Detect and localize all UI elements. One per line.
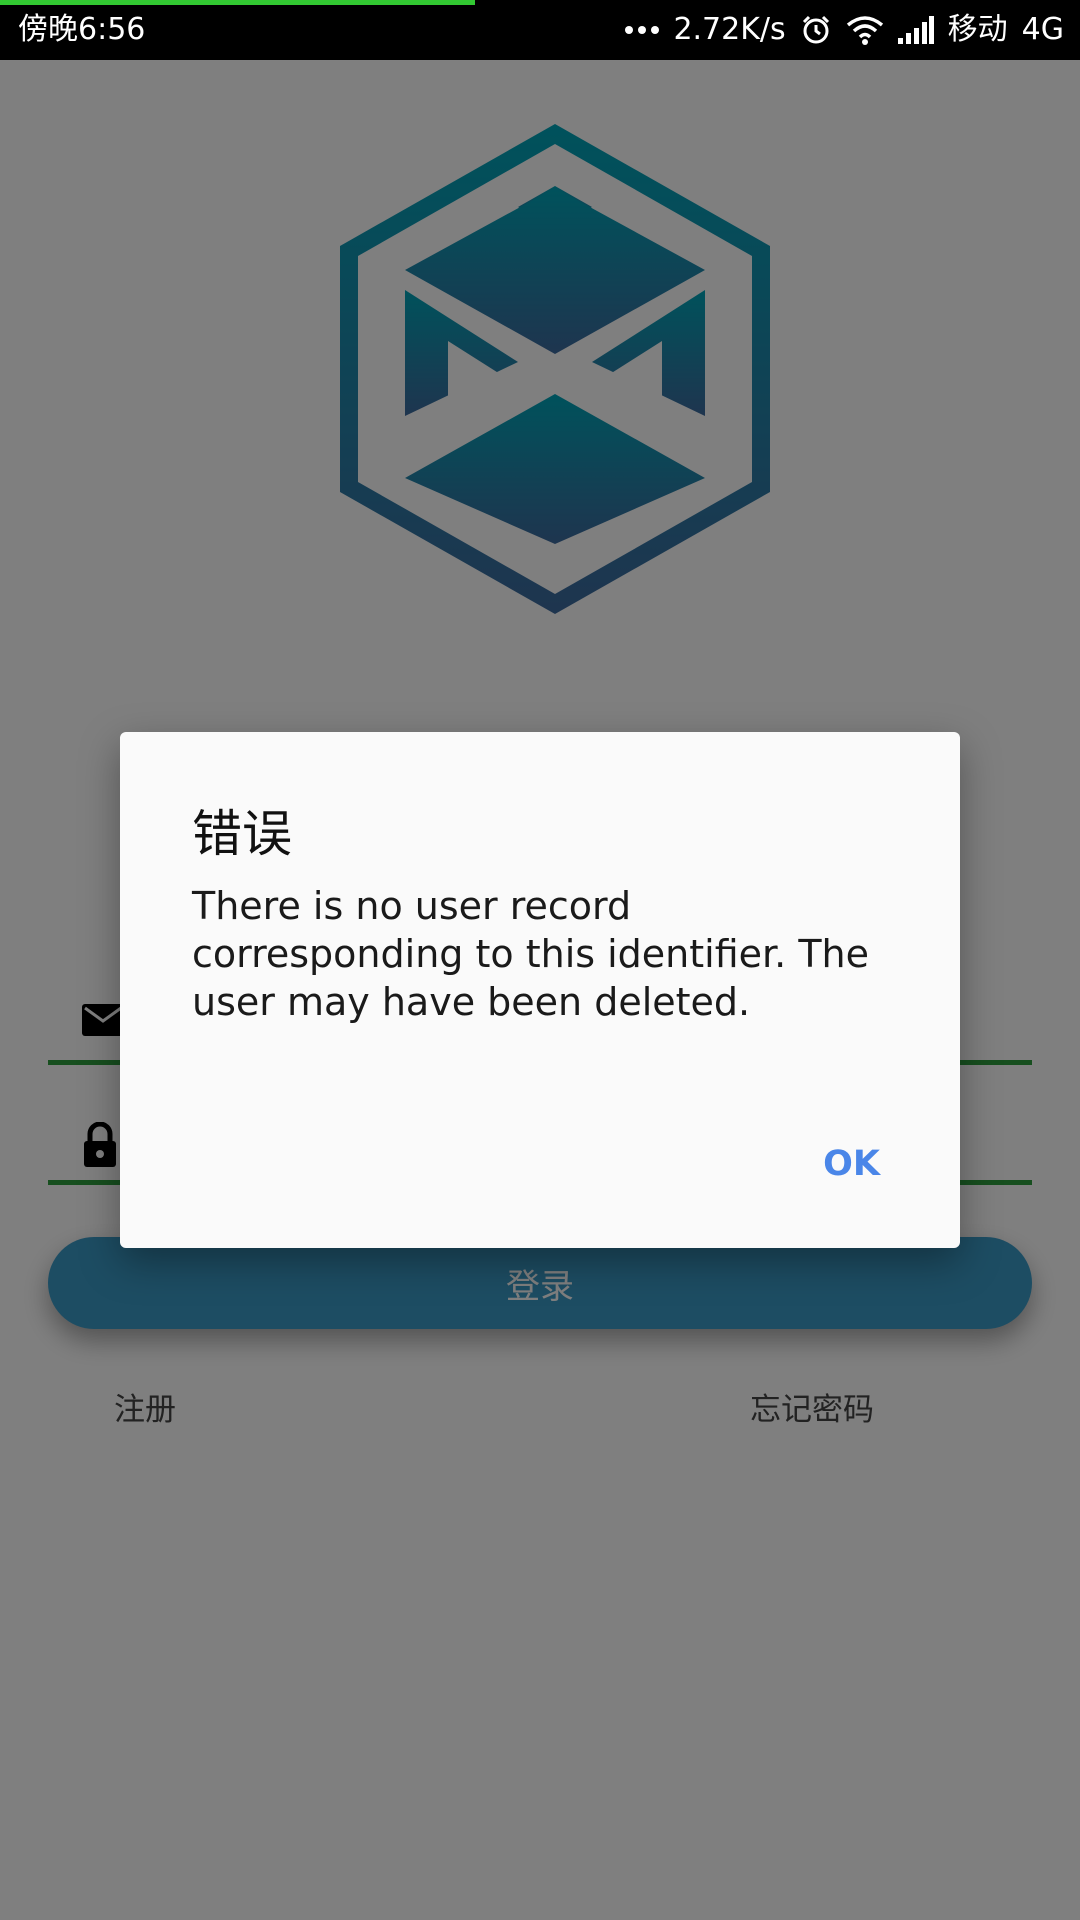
loading-progress-bar xyxy=(0,0,476,5)
network-speed: 2.72K/s xyxy=(673,12,786,47)
network-type: 4G xyxy=(1021,12,1064,47)
more-dots-icon xyxy=(625,25,660,35)
status-indicators: 2.72K/s 移动 4G xyxy=(625,12,1064,48)
ok-button[interactable]: OK xyxy=(819,1144,884,1184)
wifi-icon xyxy=(846,15,884,45)
error-dialog: 错误 There is no user record corresponding… xyxy=(120,732,960,1248)
status-time: 傍晚6:56 xyxy=(18,12,146,47)
dialog-title: 错误 xyxy=(192,805,292,863)
cell-signal-icon xyxy=(897,16,934,44)
status-bar: 傍晚6:56 2.72K/s 移动 4G xyxy=(0,0,1080,60)
alarm-icon xyxy=(800,14,832,46)
dialog-message: There is no user record corresponding to… xyxy=(192,884,870,1024)
carrier-name: 移动 xyxy=(947,12,1008,47)
